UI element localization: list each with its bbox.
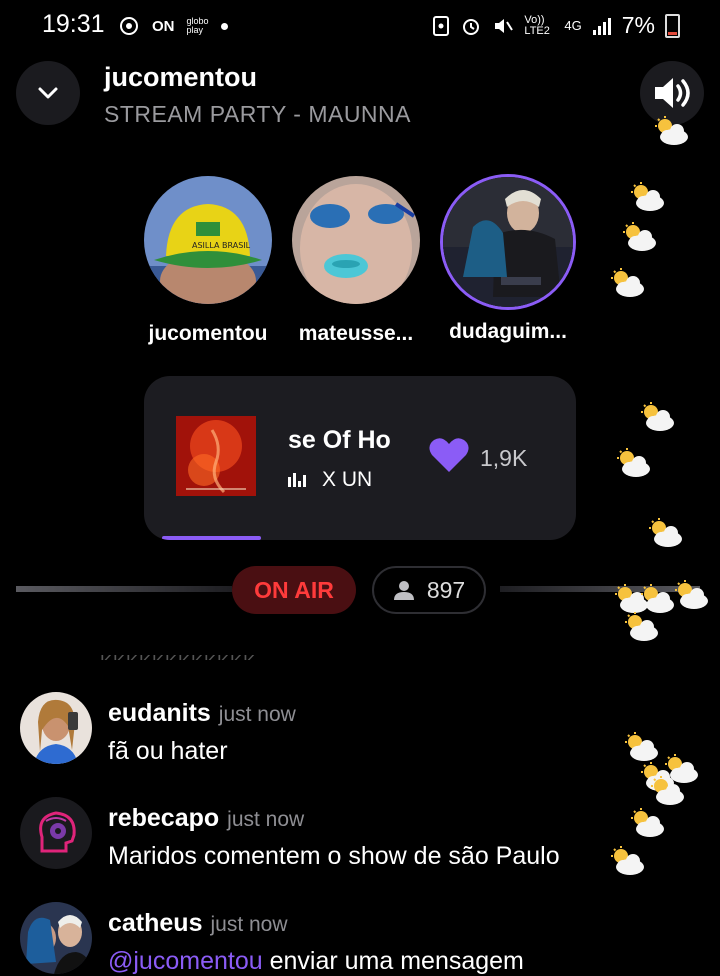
signal-icon	[592, 17, 611, 35]
battery-percent: 7%	[621, 12, 655, 38]
chevron-down-icon	[38, 87, 58, 99]
equalizer-icon	[288, 473, 306, 487]
comment-author-name[interactable]: eudanits	[108, 699, 211, 727]
alarm-icon	[463, 18, 480, 35]
on-air-badge: ON AIR	[232, 566, 356, 614]
participant-jucomentou[interactable]: ASILLA BRASIL jucomentou	[144, 176, 272, 345]
mute-icon	[495, 18, 514, 33]
participant-name: mateusse...	[298, 322, 414, 345]
sun-cloud-icon	[631, 182, 664, 211]
viewer-count-pill[interactable]: 897	[372, 566, 486, 614]
artist-name: X UN	[322, 468, 373, 491]
avatar	[292, 176, 420, 304]
sun-cloud-icon	[611, 846, 644, 875]
speaker-icon	[655, 78, 690, 108]
heart-icon[interactable]	[428, 436, 470, 474]
network-4g-label: 4G	[564, 18, 582, 33]
comment-author-name[interactable]: catheus	[108, 909, 202, 937]
comment-author-name[interactable]: rebecapo	[108, 804, 219, 832]
comment-author[interactable]: eudanits just now	[108, 699, 296, 728]
dot-icon	[220, 22, 228, 30]
globoplay-icon: globo play	[186, 16, 209, 35]
now-playing-card[interactable]: se Of Ho X UN 1,9K	[144, 376, 576, 540]
avatar	[440, 174, 576, 310]
on-icon: ON	[152, 17, 175, 35]
sun-cloud-icon	[675, 580, 708, 609]
track-progress-fill	[162, 536, 261, 540]
comment-text: @jucomentou enviar uma mensagem	[108, 947, 524, 976]
participant-mateusse[interactable]: mateusse...	[292, 176, 420, 345]
comment-text: Maridos comentem o show de são Paulo	[108, 842, 560, 870]
sun-cloud-icon	[631, 808, 664, 837]
sun-cloud-icon	[623, 222, 656, 251]
comment-time: just now	[227, 808, 305, 831]
battery-icon	[665, 13, 680, 38]
comment-mention[interactable]: @jucomentou	[108, 947, 263, 975]
sun-cloud-icon	[641, 402, 674, 431]
participant-dudaguim[interactable]: dudaguim...	[440, 174, 576, 343]
divider	[16, 586, 232, 592]
sun-cloud-icon	[617, 448, 650, 477]
avatar: ASILLA BRASIL	[144, 176, 272, 304]
sun-cloud-icon	[625, 732, 658, 761]
avatar[interactable]	[20, 902, 92, 974]
avatar[interactable]	[20, 692, 92, 764]
party-host-name: jucomentou	[104, 62, 257, 92]
participant-name: jucomentou	[148, 322, 268, 345]
status-left-icons: ON globo play	[118, 15, 228, 37]
comment-author[interactable]: catheus just now	[108, 909, 288, 938]
album-art	[176, 416, 256, 496]
participant-name: dudaguim...	[449, 320, 567, 343]
party-title: STREAM PARTY - MAUNNA	[104, 101, 411, 127]
svg-text:ASILLA BRASIL: ASILLA BRASIL	[192, 241, 251, 250]
sun-cloud-icon	[649, 518, 682, 547]
track-progress	[144, 536, 576, 540]
volte-label: Vo)) LTE2	[524, 13, 550, 37]
sun-cloud-icon	[655, 116, 688, 145]
collapse-button[interactable]	[16, 61, 80, 125]
status-right: Vo)) LTE2 4G 7%	[432, 12, 680, 39]
track-title: se Of Ho	[288, 426, 391, 454]
comment-author[interactable]: rebecapo just now	[108, 804, 304, 833]
artist-row: X UN	[288, 468, 400, 492]
location-icon	[120, 17, 138, 35]
sun-cloud-icon	[611, 268, 644, 297]
save-icon	[433, 15, 450, 36]
previous-comment-text: KKKKKKKKKKKK	[100, 640, 256, 660]
person-icon	[393, 581, 414, 600]
like-count: 1,9K	[480, 445, 528, 471]
comment-time: just now	[218, 703, 296, 726]
comment-text: fã ou hater	[108, 737, 228, 765]
sun-cloud-icon	[651, 776, 684, 805]
comment-time: just now	[210, 913, 288, 936]
avatar[interactable]	[20, 797, 92, 869]
status-time: 19:31	[42, 10, 105, 38]
sun-cloud-icon	[625, 612, 658, 641]
comment-text-content: enviar uma mensagem	[269, 947, 524, 975]
viewer-count: 897	[426, 576, 466, 603]
